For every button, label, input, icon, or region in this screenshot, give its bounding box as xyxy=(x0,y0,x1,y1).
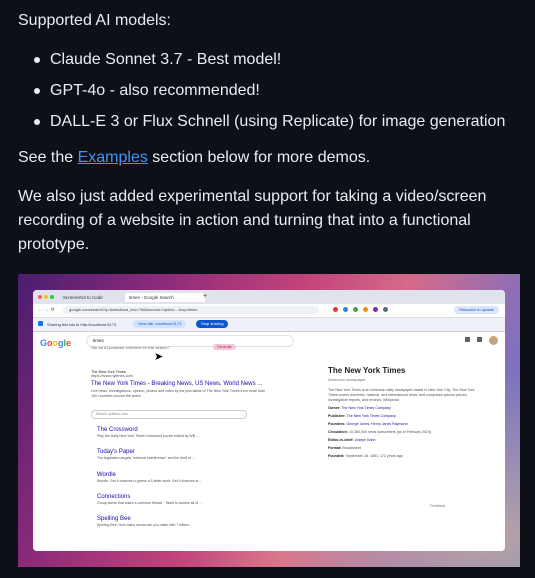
close-dot-icon xyxy=(38,295,42,299)
labs-icon xyxy=(464,336,470,342)
browser-window: Screenshot to Code times - Google Search… xyxy=(33,290,505,551)
extension-icon xyxy=(333,307,338,312)
stop-sharing-button: Stop sharing xyxy=(196,320,229,328)
sitelink-desc: The legislation targets "external interf… xyxy=(97,456,195,460)
kp-label: Editor-in-chief: xyxy=(328,438,354,442)
sitelink-desc: Group words that share a common thread. … xyxy=(97,501,202,505)
kp-label: Circulation: xyxy=(328,430,348,434)
google-results-page: Google times Get an AI-powered overview … xyxy=(33,331,505,551)
kp-value: Joseph Kahn xyxy=(354,438,376,442)
google-logo: Google xyxy=(40,338,72,348)
nav-arrows-icon: ← → ⟳ xyxy=(38,307,55,313)
extension-icon xyxy=(343,307,348,312)
site-search-input: Search nytimes.com xyxy=(91,410,247,419)
new-tab-icon: + xyxy=(203,293,208,300)
examples-link[interactable]: Examples xyxy=(78,149,148,166)
kp-value: The New York Times Company xyxy=(346,414,396,418)
examples-suffix: section below for more demos. xyxy=(147,149,371,166)
result-url: https://www.nytimes.com xyxy=(91,374,133,378)
kp-row: Owner: The New York Times Company xyxy=(328,406,478,411)
kp-label: Format: xyxy=(328,446,342,450)
kp-value: Broadsheet xyxy=(342,446,361,450)
share-bar: Sharing this tab to http://localhost:517… xyxy=(33,318,505,331)
sitelink-title: Wordle xyxy=(97,472,116,478)
extension-icon xyxy=(363,307,368,312)
feedback-link: Feedback xyxy=(430,504,446,508)
sitelink-desc: Wordle. Get 6 chances to guess a 5-lette… xyxy=(97,479,203,483)
kp-value: September 18, 1851; 172 years ago xyxy=(345,454,403,458)
kp-row: Publisher: The New York Times Company xyxy=(328,414,478,419)
kp-subtitle: American newspaper xyxy=(328,377,366,382)
sitelink-desc: Spelling Bee. How many words can you mak… xyxy=(97,523,193,527)
sitelink: Connections Group words that share a comm… xyxy=(97,494,202,505)
address-bar: google.com/search?q=times&sca_esv=7d6&so… xyxy=(63,306,319,314)
minimize-dot-icon xyxy=(44,295,48,299)
sitelink: Today's Paper The legislation targets "ex… xyxy=(97,449,195,460)
kp-label: Owner: xyxy=(328,406,341,410)
result-description: Live news, investigations, opinion, phot… xyxy=(91,389,265,398)
kp-value: 10,360,000 news subscribers (as of Febru… xyxy=(348,430,432,434)
result-site: The New York Times https://www.nytimes.co… xyxy=(91,370,133,378)
knowledge-panel: The New York Times American newspaper Th… xyxy=(328,366,478,459)
sitelink-title: Today's Paper xyxy=(97,449,135,455)
window-controls xyxy=(38,295,56,300)
kp-row: Founders: George Jones, Henry Jarvis Ray… xyxy=(328,422,478,427)
models-list: Claude Sonnet 3.7 - Best model! GPT-4o -… xyxy=(30,48,505,141)
video-paragraph: We also just added experimental support … xyxy=(18,188,487,253)
mouse-cursor-icon: ➤ xyxy=(154,351,164,363)
share-icon xyxy=(38,321,43,326)
relaunch-button: Relaunch to update xyxy=(454,306,499,314)
view-tab-button: View tab: localhost:5173 xyxy=(133,320,187,328)
demo-screenshot: Screenshot to Code times - Google Search… xyxy=(18,274,520,567)
kp-description: The New York Times is an American daily … xyxy=(328,388,475,402)
kp-label: Founders: xyxy=(328,422,346,426)
examples-prefix: See the xyxy=(18,149,78,166)
account-icons xyxy=(464,336,498,345)
examples-paragraph: See the Examples section below for more … xyxy=(18,146,370,170)
avatar xyxy=(489,336,498,345)
kp-row: Founded: September 18, 1851; 172 years a… xyxy=(328,454,478,459)
readme-section: Supported AI models: Claude Sonnet 3.7 -… xyxy=(0,0,535,578)
maximize-dot-icon xyxy=(50,295,54,299)
sitelink: The Crossword Play the Daily New York Tim… xyxy=(97,427,199,438)
kp-row: Circulation: 10,360,000 news subscribers… xyxy=(328,430,478,435)
list-item: Claude Sonnet 3.7 - Best model! xyxy=(30,48,505,72)
kp-value: George Jones, Henry Jarvis Raymond xyxy=(346,422,408,426)
sitelink-title: Connections xyxy=(97,494,131,500)
sitelink: Spelling Bee Spelling Bee. How many words… xyxy=(97,516,193,527)
extension-icon xyxy=(373,307,378,312)
generate-button: Generate xyxy=(213,344,236,350)
browser-tab: Screenshot to Code xyxy=(63,295,103,300)
kp-label: Publisher: xyxy=(328,414,346,418)
kp-label: Founded: xyxy=(328,454,345,458)
sitelink-desc: Play the Daily New York Times Crossword … xyxy=(97,434,199,438)
browser-tab-active: times - Google Search xyxy=(125,293,205,302)
sitelink-title: Spelling Bee xyxy=(97,516,131,522)
sitelink: Wordle Wordle. Get 6 chances to guess a 5… xyxy=(97,472,202,483)
sitelink-title: The Crossword xyxy=(97,427,138,433)
result-title: The New York Times - Breaking News, US N… xyxy=(91,381,263,387)
browser-tabbar: Screenshot to Code times - Google Search… xyxy=(33,290,505,304)
models-intro: Supported AI models: xyxy=(18,12,171,29)
kp-row: Format: Broadsheet xyxy=(328,446,478,451)
apps-icon xyxy=(476,336,482,342)
address-row: ← → ⟳ google.com/search?q=times&sca_esv=… xyxy=(33,304,505,318)
list-item: DALL-E 3 or Flux Schnell (using Replicat… xyxy=(30,110,505,134)
extension-icon xyxy=(353,307,358,312)
share-text: Sharing this tab to http://localhost:517… xyxy=(47,322,117,327)
list-item: GPT-4o - also recommended! xyxy=(30,79,505,103)
extension-icon xyxy=(383,307,388,312)
kp-value: The New York Times Company xyxy=(341,406,391,410)
kp-title: The New York Times xyxy=(328,366,406,375)
kp-row: Editor-in-chief: Joseph Kahn xyxy=(328,438,478,443)
